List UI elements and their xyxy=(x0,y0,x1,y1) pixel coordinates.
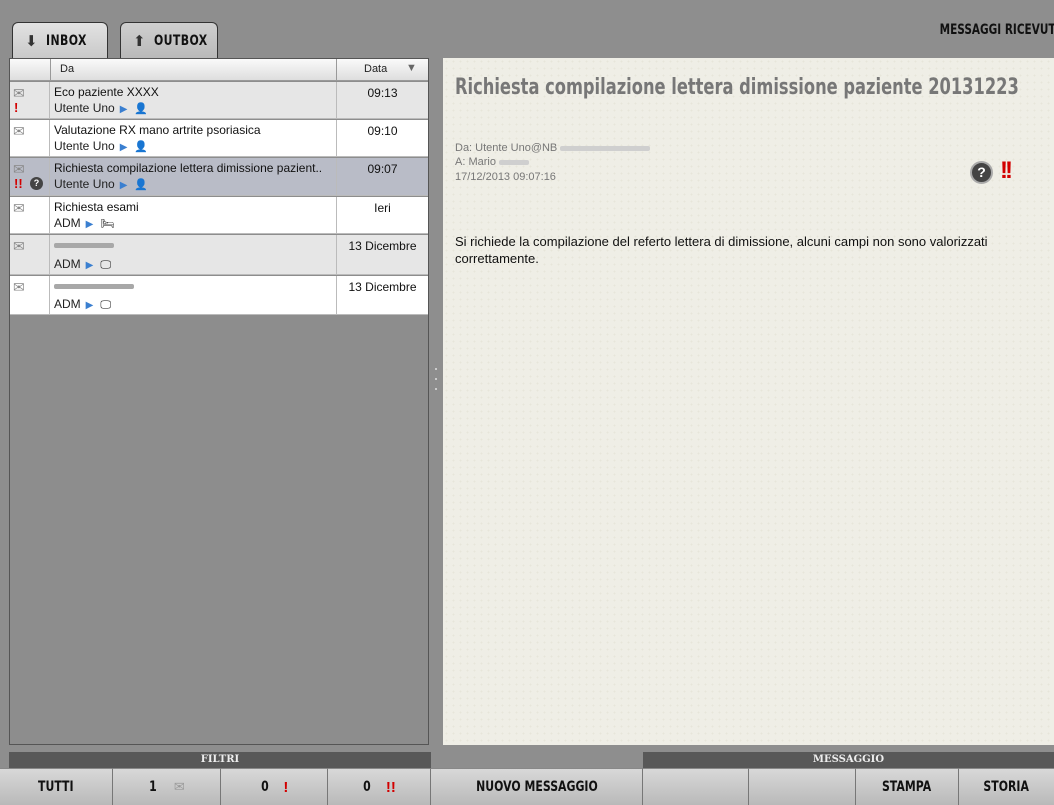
very-urgent-flag-icon: !! xyxy=(14,176,23,191)
unread-count: 1 xyxy=(149,779,157,795)
tab-inbox[interactable]: ⬇ INBOX xyxy=(12,22,108,58)
envelope-open-icon: ✉ xyxy=(13,123,25,139)
message-subject: Eco paziente XXXX xyxy=(54,85,159,99)
tab-inbox-label: INBOX xyxy=(45,32,87,49)
envelope-open-icon: ✉ xyxy=(13,200,25,216)
message-row[interactable]: ✉ ADM ▶ 🖵 13 Dicembre xyxy=(10,276,428,315)
tab-outbox-label: OUTBOX xyxy=(153,32,208,49)
play-arrow-icon: ▶ xyxy=(85,300,94,311)
message-from: Da: Utente Uno@NB xyxy=(455,142,558,154)
play-arrow-icon: ▶ xyxy=(119,142,128,153)
message-date: 13 Dicembre xyxy=(336,235,428,274)
message-date: 09:10 xyxy=(336,120,428,156)
urgent-flag-icon: ! xyxy=(14,100,19,115)
filter-unread-button[interactable]: 1 ✉ xyxy=(113,768,221,805)
very-urgent-flag-icon: !! xyxy=(1000,157,1013,184)
message-sender: Utente Uno xyxy=(54,177,115,191)
monitor-icon: 🖵 xyxy=(100,259,111,271)
message-sender: ADM xyxy=(54,297,81,311)
message-subject: Richiesta compilazione lettera dimission… xyxy=(54,161,323,175)
message-to: A: Mario xyxy=(455,156,496,168)
message-subject-redacted xyxy=(54,238,332,252)
message-date: 13 Dicembre xyxy=(336,276,428,314)
message-list-panel: Da Data ▼ ✉ ! Eco paziente XXXX Utente U… xyxy=(9,58,429,745)
filters-group-label: FILTRI xyxy=(9,752,431,768)
very-urgent-flag-icon: !! xyxy=(385,778,396,796)
bottom-toolbar: TUTTI 1 ✉ 0 ! 0 !! NUOVO MESSAGGIO STAMP… xyxy=(0,768,1054,805)
empty-button-2[interactable] xyxy=(749,768,856,805)
redacted-text xyxy=(54,243,114,249)
message-sender: ADM xyxy=(54,216,81,230)
message-row[interactable]: ✉ ! Eco paziente XXXX Utente Uno ▶ 👤 09:13 xyxy=(10,82,428,119)
message-date: 09:13 xyxy=(336,82,428,118)
question-icon: ? xyxy=(30,177,43,190)
message-detail-subject: Richiesta compilazione lettera dimission… xyxy=(455,75,1019,100)
message-subject-redacted xyxy=(54,279,332,293)
message-row[interactable]: ✉ ADM ▶ 🖵 13 Dicembre xyxy=(10,235,428,275)
sort-descending-icon[interactable]: ▼ xyxy=(406,62,417,74)
bed-icon: 🛏 xyxy=(100,218,115,230)
very-urgent-count: 0 xyxy=(363,779,371,795)
column-header-date[interactable]: Data xyxy=(364,63,387,75)
tab-outbox[interactable]: ⬆ OUTBOX xyxy=(120,22,218,58)
inbox-arrow-icon: ⬇ xyxy=(25,32,38,50)
play-arrow-icon: ▶ xyxy=(85,260,94,271)
play-arrow-icon: ▶ xyxy=(85,219,94,230)
history-button[interactable]: STORIA xyxy=(959,768,1054,805)
message-group-label: MESSAGGIO xyxy=(643,752,1054,768)
urgent-count: 0 xyxy=(260,779,269,795)
envelope-closed-icon: ✉ xyxy=(13,279,25,295)
message-subject: Valutazione RX mano artrite psoriasica xyxy=(54,123,261,137)
new-message-button[interactable]: NUOVO MESSAGGIO xyxy=(431,768,643,805)
redacted-text xyxy=(54,284,134,290)
message-date: Ieri xyxy=(336,197,428,233)
empty-button-1[interactable] xyxy=(643,768,749,805)
message-detail-pane: Richiesta compilazione lettera dimission… xyxy=(443,58,1054,745)
section-title: MESSAGGI RICEVUT xyxy=(940,22,1054,38)
filter-very-urgent-button[interactable]: 0 !! xyxy=(328,768,431,805)
message-sender: ADM xyxy=(54,257,81,271)
message-body: Si richiede la compilazione del referto … xyxy=(455,234,988,266)
question-icon: ? xyxy=(970,161,993,184)
message-row[interactable]: ✉ Valutazione RX mano artrite psoriasica… xyxy=(10,120,428,157)
message-row-selected[interactable]: ✉ !! ? Richiesta compilazione lettera di… xyxy=(10,158,428,196)
redacted-text xyxy=(560,145,651,151)
person-icon: 👤 xyxy=(134,141,149,153)
column-header-from[interactable]: Da xyxy=(60,63,74,75)
message-sender: Utente Uno xyxy=(54,139,115,153)
message-date: 09:07 xyxy=(336,158,428,195)
envelope-open-icon: ✉ xyxy=(13,238,25,254)
filter-all-button[interactable]: TUTTI xyxy=(0,768,113,805)
envelope-icon: ✉ xyxy=(173,779,185,794)
play-arrow-icon: ▶ xyxy=(119,104,128,115)
person-icon: 👤 xyxy=(134,103,149,115)
urgent-flag-icon: ! xyxy=(283,778,289,796)
message-row[interactable]: ✉ Richiesta esami ADM ▶ 🛏 Ieri xyxy=(10,197,428,234)
pane-splitter[interactable] xyxy=(430,58,442,745)
person-icon: 👤 xyxy=(134,179,149,191)
play-arrow-icon: ▶ xyxy=(119,180,128,191)
list-header: Da Data ▼ xyxy=(10,59,428,81)
message-sender: Utente Uno xyxy=(54,101,115,115)
top-bar: ⬇ INBOX ⬆ OUTBOX MESSAGGI RICEVUT xyxy=(0,0,1054,58)
filter-urgent-button[interactable]: 0 ! xyxy=(221,768,328,805)
print-button[interactable]: STAMPA xyxy=(856,768,959,805)
message-datetime: 17/12/2013 09:07:16 xyxy=(455,171,556,183)
outbox-arrow-icon: ⬆ xyxy=(133,32,146,50)
message-subject: Richiesta esami xyxy=(54,200,139,214)
redacted-text xyxy=(499,159,530,165)
monitor-icon: 🖵 xyxy=(100,299,111,311)
